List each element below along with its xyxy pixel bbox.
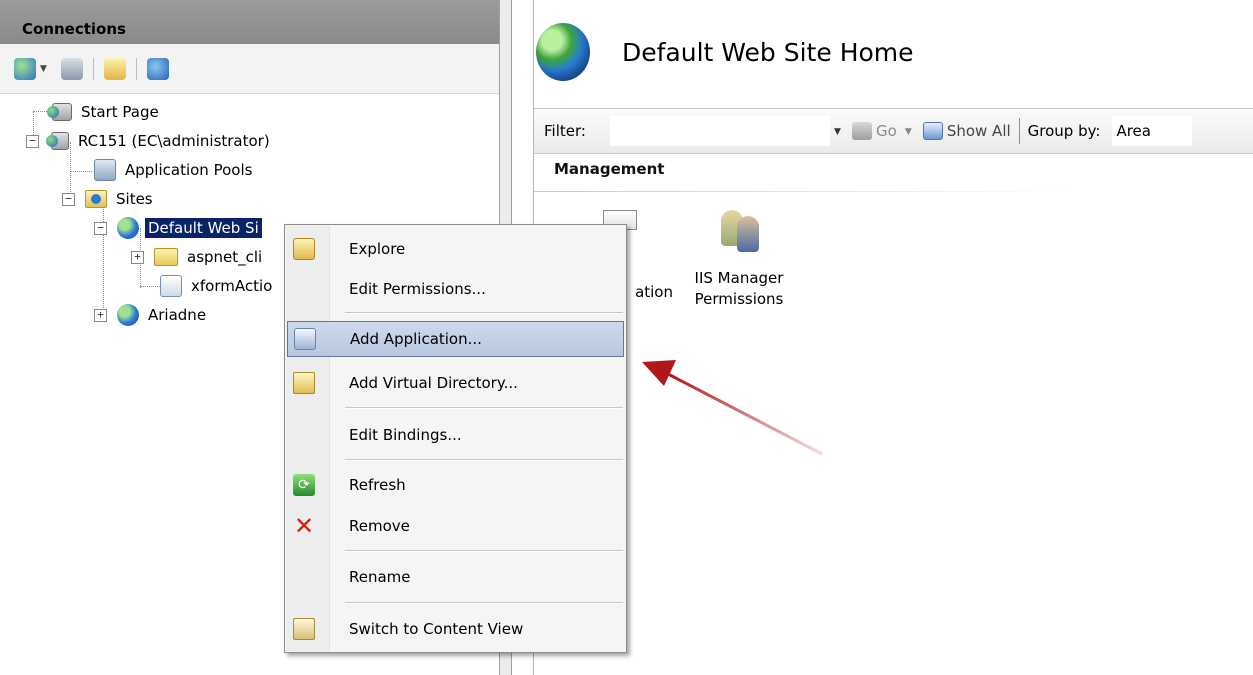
menu-item-label: Edit Permissions...: [349, 280, 486, 298]
menu-item-edit-permissions[interactable]: Edit Permissions...: [287, 271, 624, 307]
binoculars-icon: [852, 122, 872, 140]
menu-item-label: Edit Bindings...: [349, 426, 462, 444]
tree-item-server[interactable]: − RC151 (EC\administrator): [26, 128, 273, 154]
menu-item-label: Add Virtual Directory...: [349, 374, 518, 392]
show-all-icon: [922, 122, 943, 140]
menu-separator: [345, 602, 623, 604]
tree-item-aspnet-client[interactable]: + aspnet_cli: [131, 244, 265, 270]
menu-separator: [345, 312, 623, 314]
users-icon: [717, 210, 761, 252]
tree-item-label: aspnet_cli: [187, 248, 263, 266]
toolbar-separator: [92, 57, 94, 80]
filter-dropdown-icon[interactable]: ▼: [834, 127, 842, 137]
management-section-title: Management: [554, 160, 665, 178]
start-page-icon: [47, 103, 72, 121]
tree-item-label: RC151 (EC\administrator): [78, 132, 270, 150]
menu-separator: [345, 459, 623, 461]
menu-item-add-virtual-directory[interactable]: Add Virtual Directory...: [287, 365, 624, 401]
connect-globe-icon[interactable]: [14, 57, 36, 80]
collapse-expander[interactable]: −: [26, 134, 39, 148]
group-by-label: Group by:: [1027, 122, 1101, 140]
tree-item-sites[interactable]: − Sites: [62, 186, 156, 212]
chevron-down-icon[interactable]: ▼: [40, 64, 47, 74]
connections-toolbar: ▼: [0, 44, 499, 94]
tree-item-label: Sites: [116, 190, 153, 208]
application-pools-icon: [94, 159, 116, 181]
disconnect-icon[interactable]: [146, 57, 169, 80]
refresh-icon: ⟳: [293, 474, 315, 496]
menu-item-label: Add Application...: [350, 330, 482, 348]
explore-icon: [293, 238, 315, 260]
add-virtual-directory-icon: [293, 372, 315, 394]
show-all-button[interactable]: Show All: [922, 122, 1011, 140]
save-icon[interactable]: [60, 57, 83, 80]
go-label: Go: [876, 122, 897, 140]
menu-item-refresh[interactable]: ⟳ Refresh: [287, 467, 624, 503]
add-application-icon: [294, 328, 316, 350]
filter-bar: Filter: ▼ Go ▼ Show All Group by: Area: [534, 108, 1253, 154]
folder-icon: [154, 248, 178, 266]
menu-item-switch-to-content-view[interactable]: Switch to Content View: [287, 611, 624, 647]
collapse-expander[interactable]: −: [62, 192, 75, 206]
filter-separator: [1018, 118, 1020, 144]
menu-item-edit-bindings[interactable]: Edit Bindings...: [287, 417, 624, 453]
website-globe-icon: [117, 217, 139, 239]
section-divider: [534, 191, 1074, 192]
tree-item-label: Application Pools: [125, 161, 253, 179]
tree-item-label: xformActio: [191, 277, 273, 295]
menu-item-label: Explore: [349, 240, 406, 258]
menu-item-label: Switch to Content View: [349, 620, 524, 638]
expand-expander[interactable]: +: [94, 308, 107, 322]
menu-item-rename[interactable]: Rename: [287, 559, 624, 595]
toolbar-separator: [135, 57, 137, 80]
menu-item-label: Refresh: [349, 476, 406, 494]
sites-folder-icon: [85, 190, 107, 208]
tree-item-label: Start Page: [81, 103, 159, 121]
menu-separator: [345, 407, 623, 409]
server-icon: [46, 132, 69, 150]
menu-item-add-application[interactable]: Add Application...: [287, 321, 624, 357]
tree-item-label: Default Web Si: [145, 218, 262, 238]
context-menu: Explore Edit Permissions... Add Applicat…: [284, 224, 627, 653]
tree-item-start-page[interactable]: Start Page: [47, 99, 162, 125]
remove-icon: ✕: [293, 512, 315, 540]
filter-label: Filter:: [544, 122, 586, 140]
menu-item-label: Rename: [349, 568, 411, 586]
collapse-expander[interactable]: −: [94, 221, 107, 235]
menu-separator: [345, 550, 623, 552]
tree-item-ariadne[interactable]: + Ariadne: [94, 302, 209, 328]
page-title: Default Web Site Home: [622, 37, 914, 67]
expand-expander[interactable]: +: [131, 250, 144, 264]
site-globe-icon: [536, 23, 590, 81]
filter-input[interactable]: [610, 116, 830, 146]
website-globe-icon: [117, 304, 139, 326]
feature-iis-manager-permissions[interactable]: IIS Manager Permissions: [679, 210, 799, 310]
home-header: Default Web Site Home: [533, 0, 1253, 104]
go-button[interactable]: Go: [852, 122, 897, 140]
tree-item-xform[interactable]: xformActio: [160, 273, 275, 299]
tree-item-application-pools[interactable]: Application Pools: [94, 157, 255, 183]
feature-label-line: IIS Manager Permissions: [694, 269, 784, 308]
tree-item-label: Ariadne: [148, 306, 207, 324]
connections-header: Connections: [0, 0, 499, 44]
content-view-icon: [293, 618, 315, 640]
menu-item-remove[interactable]: ✕ Remove: [287, 508, 624, 544]
tree-item-default-web-site[interactable]: − Default Web Si: [94, 215, 262, 241]
menu-item-explore[interactable]: Explore: [287, 231, 624, 267]
group-by-select[interactable]: Area: [1112, 116, 1193, 146]
menu-item-label: Remove: [349, 517, 410, 535]
show-all-label: Show All: [946, 122, 1011, 140]
up-folder-icon[interactable]: [103, 57, 126, 80]
application-icon: [160, 275, 182, 297]
feature-label: IIS Manager Permissions: [679, 268, 799, 310]
go-dropdown-icon[interactable]: ▼: [905, 127, 913, 137]
